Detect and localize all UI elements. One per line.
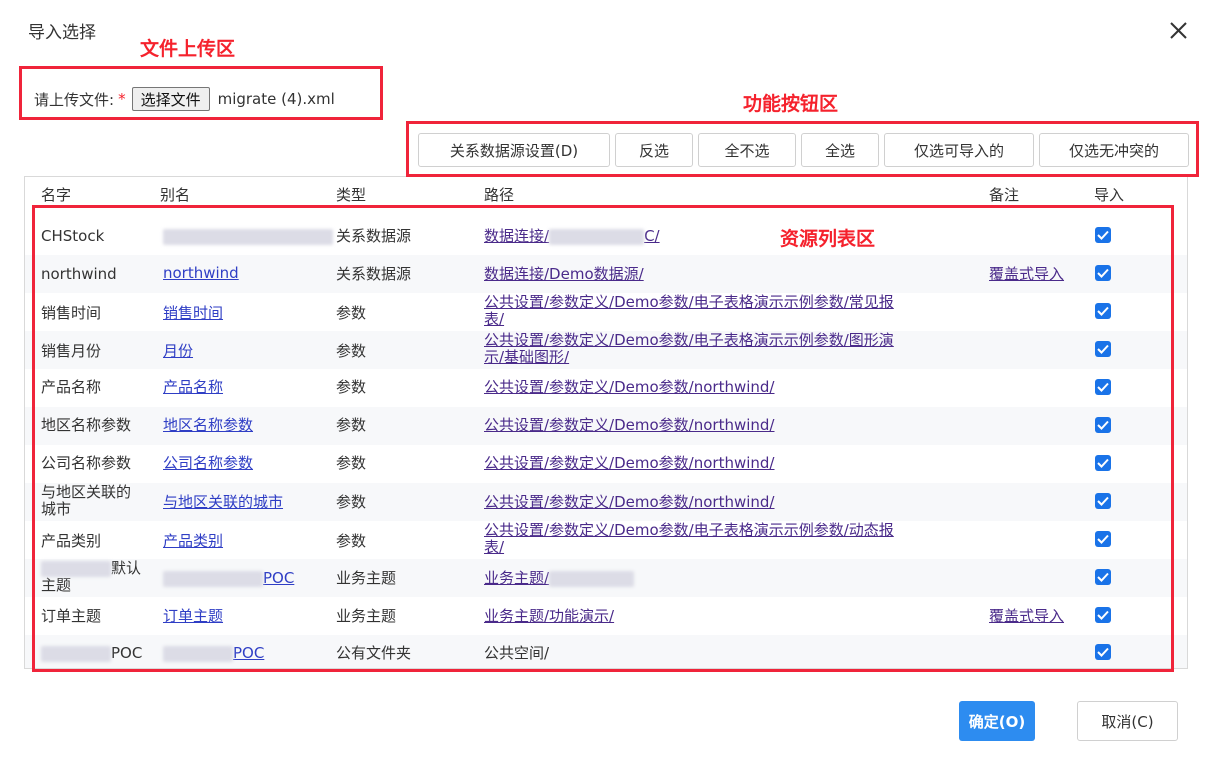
header-name: 名字 xyxy=(41,186,72,204)
header-import: 导入 xyxy=(1094,186,1125,204)
header-type: 类型 xyxy=(336,186,367,204)
list-area-highlight xyxy=(32,205,1174,672)
upload-area-highlight xyxy=(19,66,383,120)
header-note: 备注 xyxy=(989,186,1020,204)
ok-button[interactable]: 确定(O) xyxy=(959,701,1035,741)
cancel-button[interactable]: 取消(C) xyxy=(1077,701,1178,741)
header-alias: 别名 xyxy=(160,186,191,204)
annotation-list-area: 资源列表区 xyxy=(780,228,876,250)
annotation-button-area: 功能按钮区 xyxy=(743,93,839,115)
annotation-upload-area: 文件上传区 xyxy=(140,38,236,60)
close-icon xyxy=(1170,22,1187,39)
button-area-highlight xyxy=(406,121,1199,177)
header-path: 路径 xyxy=(484,186,515,204)
close-button[interactable] xyxy=(1165,16,1193,44)
dialog-title: 导入选择 xyxy=(28,23,96,43)
